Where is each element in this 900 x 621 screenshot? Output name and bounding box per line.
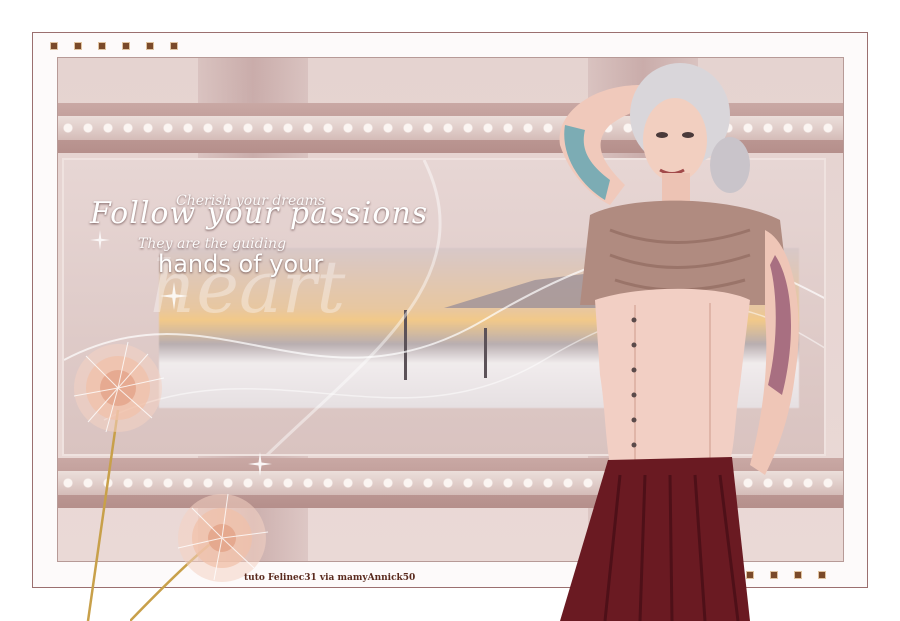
dot-ornament-icon bbox=[98, 42, 106, 50]
dot-ornament-icon bbox=[170, 42, 178, 50]
dot-ornament-icon bbox=[122, 42, 130, 50]
dot-ornament-icon bbox=[818, 571, 826, 579]
dot-ornament-icon bbox=[74, 42, 82, 50]
dandelion-icon bbox=[130, 493, 269, 621]
sparkle-icon bbox=[248, 452, 272, 476]
credit-text: tuto Felinec31 via mamyAnnick50 bbox=[244, 573, 416, 583]
woman-in-corset bbox=[559, 63, 799, 621]
dot-ornament-icon bbox=[146, 42, 154, 50]
quote-line-2: Follow your passions bbox=[90, 196, 429, 231]
sparkle-icon bbox=[90, 230, 110, 250]
top-dot-ornaments bbox=[50, 42, 178, 50]
sparkle-icon bbox=[160, 282, 188, 310]
quote-line-4: hands of your bbox=[158, 250, 324, 278]
dot-ornament-icon bbox=[50, 42, 58, 50]
